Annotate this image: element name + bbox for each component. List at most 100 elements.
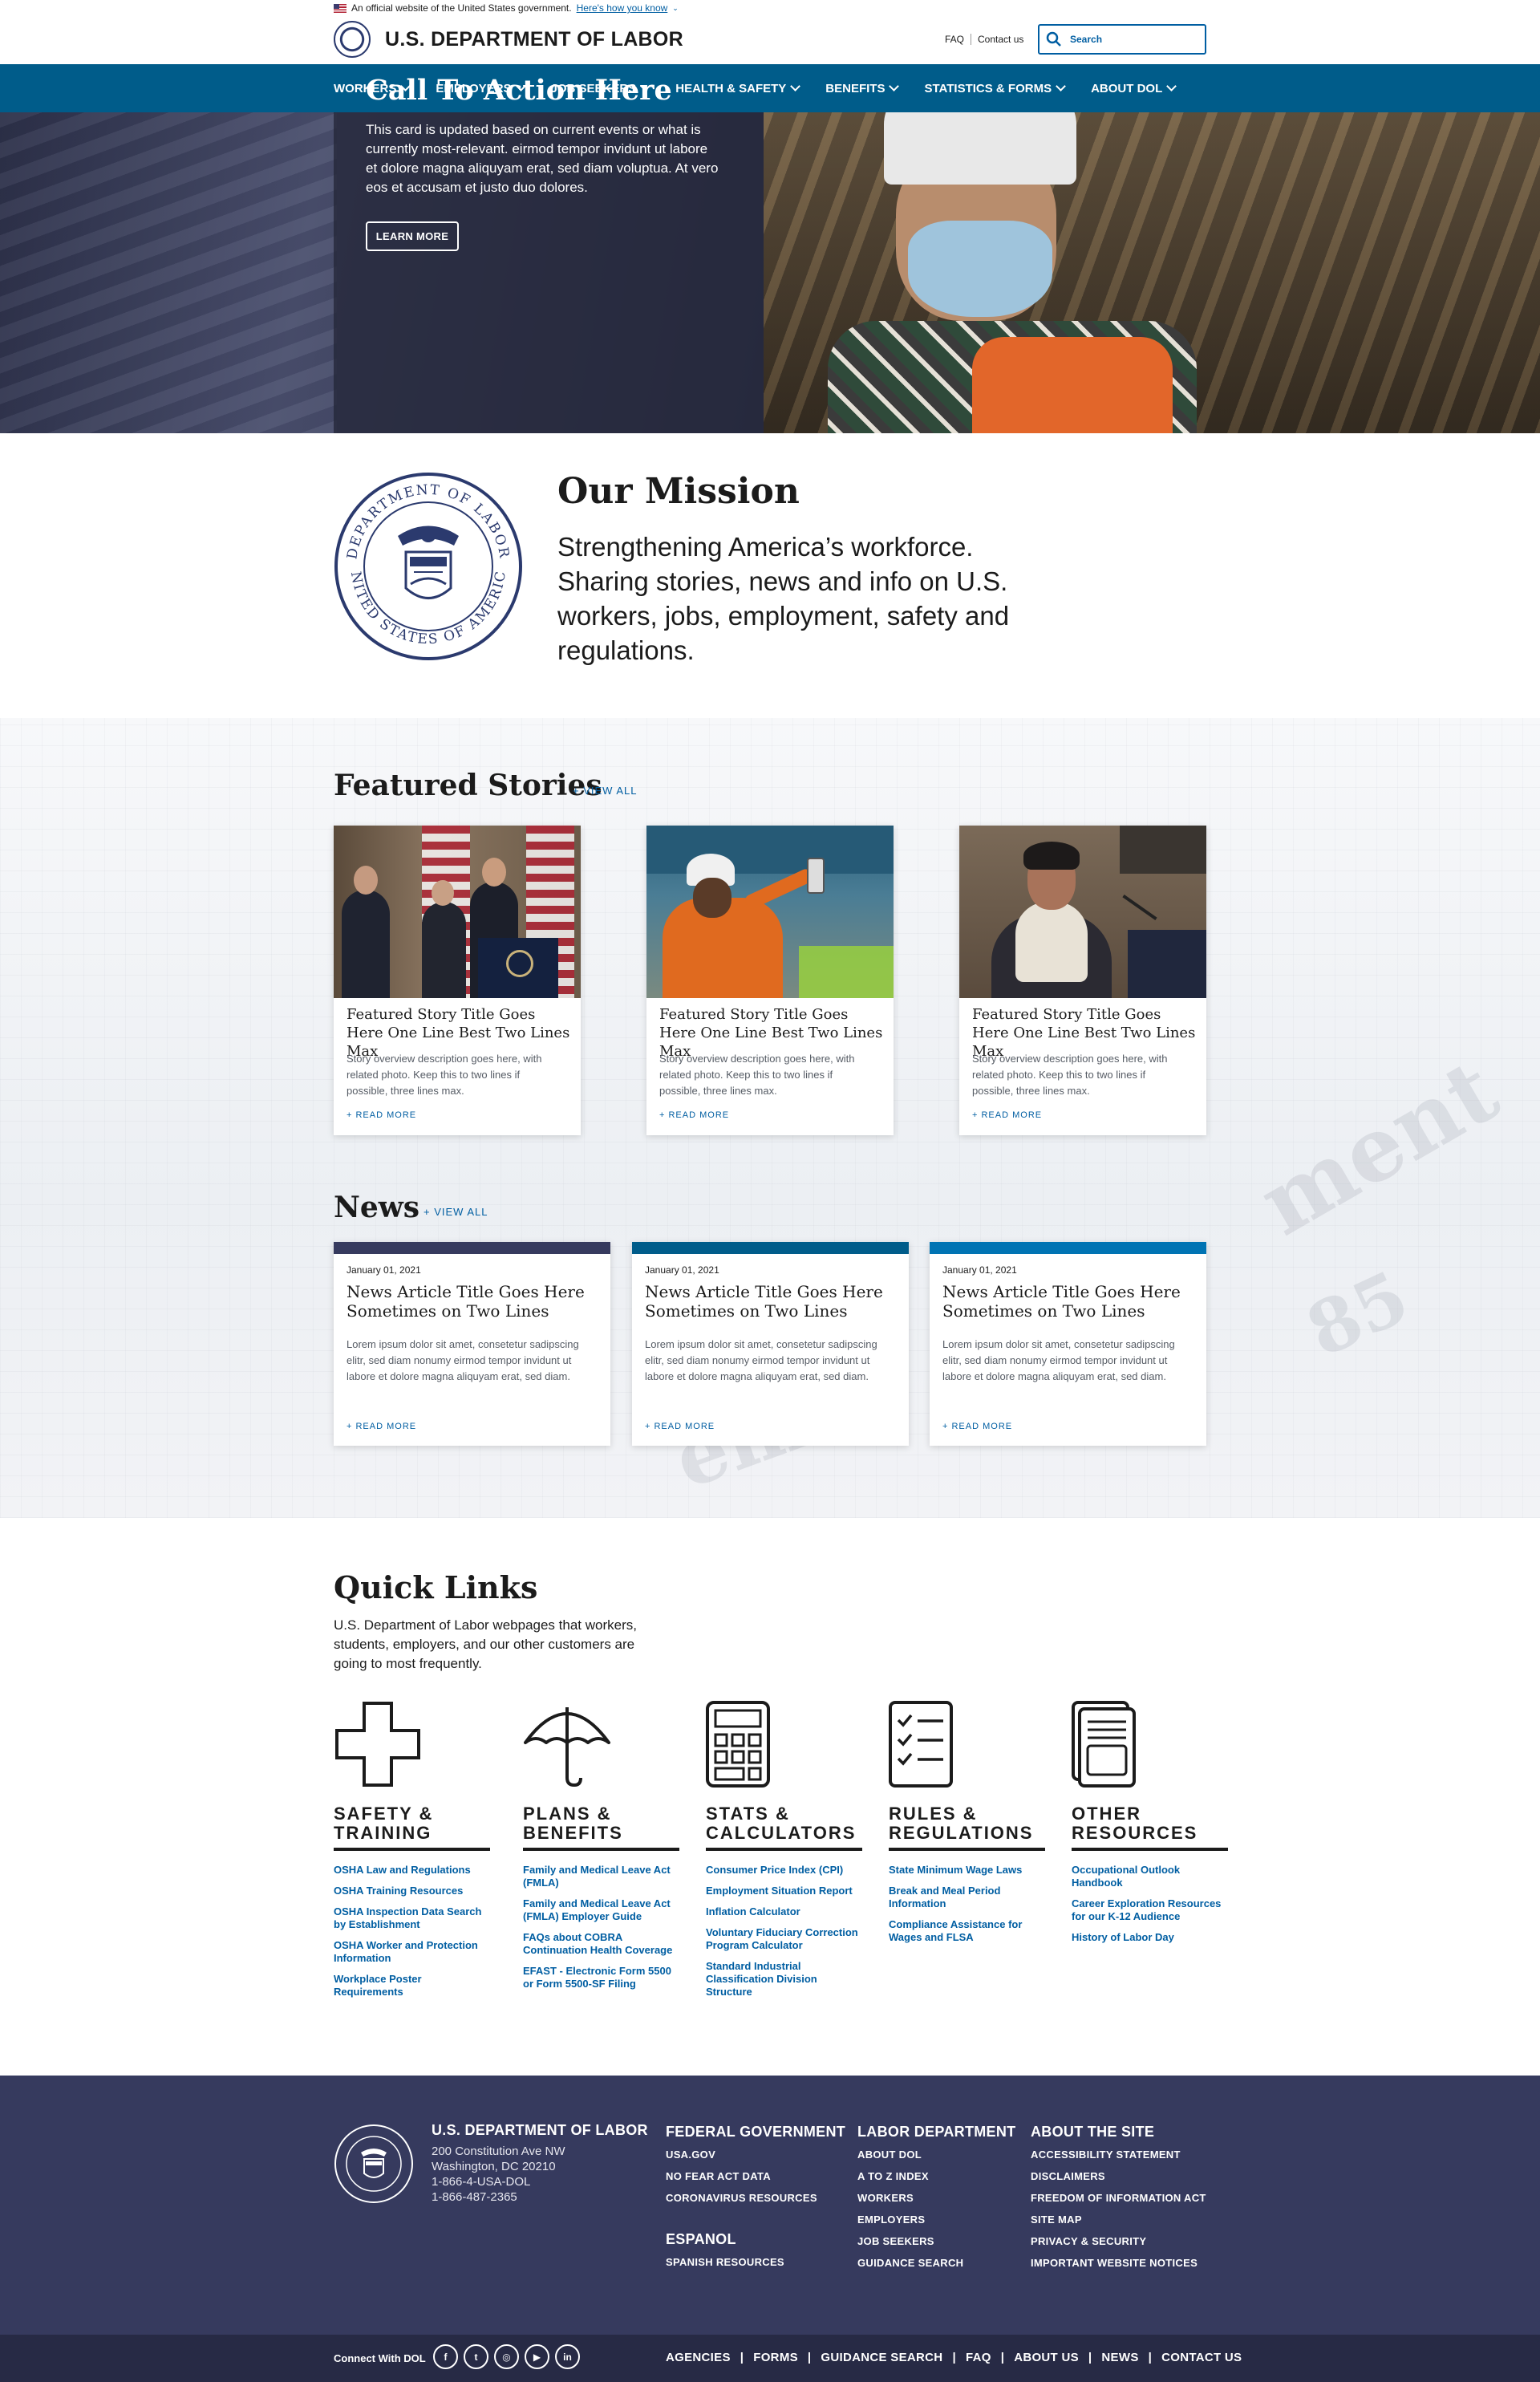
quick-link[interactable]: History of Labor Day [1072, 1931, 1228, 1944]
news-card[interactable]: January 01, 2021 News Article Title Goes… [930, 1242, 1206, 1446]
news-title[interactable]: News Article Title Goes Here Sometimes o… [942, 1282, 1199, 1321]
checklist-icon [889, 1701, 953, 1788]
nav-item-benefits[interactable]: BENEFITS [825, 81, 900, 95]
search-input[interactable] [1070, 34, 1190, 45]
footer-link[interactable]: DISCLAIMERS [1031, 2170, 1206, 2182]
nav-label: STATISTICS & FORMS [924, 81, 1052, 95]
site-title[interactable]: U.S. DEPARTMENT OF LABOR [385, 28, 683, 51]
footer-bottom-link[interactable]: FAQ [966, 2351, 991, 2364]
news-card-accent-bar [632, 1242, 909, 1254]
news-card-accent-bar [930, 1242, 1206, 1254]
cross-icon [335, 1702, 420, 1787]
footer-bottom-link[interactable]: CONTACT US [1161, 2351, 1242, 2364]
story-card[interactable]: Featured Story Title Goes Here One Line … [334, 826, 581, 1135]
us-flag-icon [334, 3, 346, 13]
quick-link[interactable]: Occupational Outlook Handbook [1072, 1864, 1228, 1889]
quick-links-column-rules: RULES & REGULATIONS State Minimum Wage La… [889, 1701, 1045, 1952]
quick-links-heading: OTHER RESOURCES [1072, 1804, 1228, 1851]
news-title[interactable]: News Article Title Goes Here Sometimes o… [645, 1282, 902, 1321]
quick-link[interactable]: OSHA Training Resources [334, 1885, 490, 1897]
quick-link[interactable]: OSHA Law and Regulations [334, 1864, 490, 1877]
featured-view-all-link[interactable]: + VIEW ALL [573, 785, 637, 797]
quick-link[interactable]: OSHA Worker and Protection Information [334, 1939, 490, 1965]
story-read-more-link[interactable]: + READ MORE [972, 1110, 1042, 1120]
twitter-icon[interactable]: t [464, 2344, 488, 2369]
footer-link[interactable]: SITE MAP [1031, 2214, 1206, 2226]
quick-link[interactable]: Family and Medical Leave Act (FMLA) [523, 1864, 679, 1889]
quick-link[interactable]: Family and Medical Leave Act (FMLA) Empl… [523, 1897, 679, 1923]
footer-bottom-link[interactable]: NEWS [1101, 2351, 1138, 2364]
quick-link[interactable]: Voluntary Fiduciary Correction Program C… [706, 1926, 862, 1952]
story-read-more-link[interactable]: + READ MORE [659, 1110, 729, 1120]
heres-how-you-know-link[interactable]: Here's how you know [577, 2, 668, 14]
footer-link[interactable]: FREEDOM OF INFORMATION ACT [1031, 2192, 1206, 2204]
quick-links-title: Quick Links [334, 1569, 538, 1605]
footer-bottom-link[interactable]: GUIDANCE SEARCH [821, 2351, 942, 2364]
quick-link[interactable]: Career Exploration Resources for our K-1… [1072, 1897, 1228, 1923]
main-nav: WORKERS EMPLOYERS JOB SEEKERS HEALTH & S… [0, 64, 1540, 112]
story-card[interactable]: Featured Story Title Goes Here One Line … [646, 826, 894, 1135]
gov-banner: An official website of the United States… [0, 0, 1540, 16]
quick-link[interactable]: State Minimum Wage Laws [889, 1864, 1045, 1877]
footer-link[interactable]: ACCESSIBILITY STATEMENT [1031, 2149, 1206, 2161]
footer-link[interactable]: A TO Z INDEX [857, 2170, 1015, 2182]
instagram-icon[interactable]: ◎ [494, 2344, 519, 2369]
search-box[interactable] [1038, 24, 1206, 55]
story-read-more-link[interactable]: + READ MORE [346, 1110, 416, 1120]
faq-link[interactable]: FAQ [945, 34, 964, 45]
footer-link[interactable]: PRIVACY & SECURITY [1031, 2235, 1206, 2247]
quick-links-column-safety: SAFETY & TRAINING OSHA Law and Regulation… [334, 1701, 490, 2007]
dol-seal-icon[interactable] [334, 21, 371, 58]
dol-seal-icon: DEPARTMENT OF LABOR UNITED STATES OF AME… [334, 472, 522, 660]
quick-link[interactable]: Break and Meal Period Information [889, 1885, 1045, 1910]
footer-heading: LABOR DEPARTMENT [857, 2124, 1016, 2140]
quick-link[interactable]: Standard Industrial Classification Divis… [706, 1960, 862, 1999]
footer-link[interactable]: JOB SEEKERS [857, 2235, 1015, 2247]
quick-link[interactable]: OSHA Inspection Data Search by Establish… [334, 1905, 490, 1931]
footer-address-line: Washington, DC 20210 [432, 2160, 556, 2173]
footer-address-line: 200 Constitution Ave NW [432, 2145, 565, 2158]
news-read-more-link[interactable]: + READ MORE [346, 1422, 416, 1431]
news-card-accent-bar [334, 1242, 610, 1254]
news-text: Lorem ipsum dolor sit amet, consetetur s… [645, 1338, 877, 1382]
news-card[interactable]: January 01, 2021 News Article Title Goes… [632, 1242, 909, 1446]
footer-link[interactable]: ABOUT DOL [857, 2149, 1015, 2161]
footer-bottom-link[interactable]: FORMS [753, 2351, 798, 2364]
nav-item-statistics-forms[interactable]: STATISTICS & FORMS [924, 81, 1066, 95]
youtube-icon[interactable]: ▶ [525, 2344, 549, 2369]
footer-link[interactable]: EMPLOYERS [857, 2214, 1015, 2226]
learn-more-button[interactable]: LEARN MORE [366, 221, 459, 251]
quick-link[interactable]: EFAST - Electronic Form 5500 or Form 550… [523, 1965, 679, 1990]
story-card[interactable]: Featured Story Title Goes Here One Line … [959, 826, 1206, 1135]
footer-bottom-link[interactable]: ABOUT US [1014, 2351, 1079, 2364]
footer-link[interactable]: WORKERS [857, 2192, 1015, 2204]
footer-link[interactable]: IMPORTANT WEBSITE NOTICES [1031, 2257, 1206, 2269]
search-icon[interactable] [1046, 31, 1062, 47]
footer-link[interactable]: CORONAVIRUS RESOURCES [666, 2192, 845, 2204]
story-description: Story overview description goes here, wi… [659, 1053, 855, 1097]
facebook-icon[interactable]: f [433, 2344, 458, 2369]
news-read-more-link[interactable]: + READ MORE [942, 1422, 1012, 1431]
news-title[interactable]: News Article Title Goes Here Sometimes o… [346, 1282, 603, 1321]
quick-link[interactable]: Employment Situation Report [706, 1885, 862, 1897]
linkedin-icon[interactable]: in [555, 2344, 580, 2369]
quick-link[interactable]: FAQs about COBRA Continuation Health Cov… [523, 1931, 679, 1957]
quick-links-heading: PLANS & BENEFITS [523, 1804, 679, 1851]
footer-link[interactable]: SPANISH RESOURCES [666, 2256, 845, 2268]
nav-item-health-safety[interactable]: HEALTH & SAFETY [675, 81, 801, 95]
quick-link[interactable]: Workplace Poster Requirements [334, 1973, 490, 1999]
news-read-more-link[interactable]: + READ MORE [645, 1422, 715, 1431]
quick-link[interactable]: Consumer Price Index (CPI) [706, 1864, 862, 1877]
quick-link[interactable]: Inflation Calculator [706, 1905, 862, 1918]
footer-link[interactable]: GUIDANCE SEARCH [857, 2257, 1015, 2269]
site-header: U.S. DEPARTMENT OF LABOR FAQ Contact us [0, 16, 1540, 64]
footer-org: U.S. DEPARTMENT OF LABOR 200 Constitutio… [432, 2122, 648, 2205]
footer-link[interactable]: USA.GOV [666, 2149, 845, 2161]
news-view-all-link[interactable]: + VIEW ALL [424, 1206, 488, 1218]
footer-link[interactable]: NO FEAR ACT DATA [666, 2170, 845, 2182]
footer-bottom-link[interactable]: AGENCIES [666, 2351, 731, 2364]
contact-us-link[interactable]: Contact us [978, 34, 1023, 45]
news-card[interactable]: January 01, 2021 News Article Title Goes… [334, 1242, 610, 1446]
quick-link[interactable]: Compliance Assistance for Wages and FLSA [889, 1918, 1045, 1944]
nav-item-about-dol[interactable]: ABOUT DOL [1091, 81, 1177, 95]
